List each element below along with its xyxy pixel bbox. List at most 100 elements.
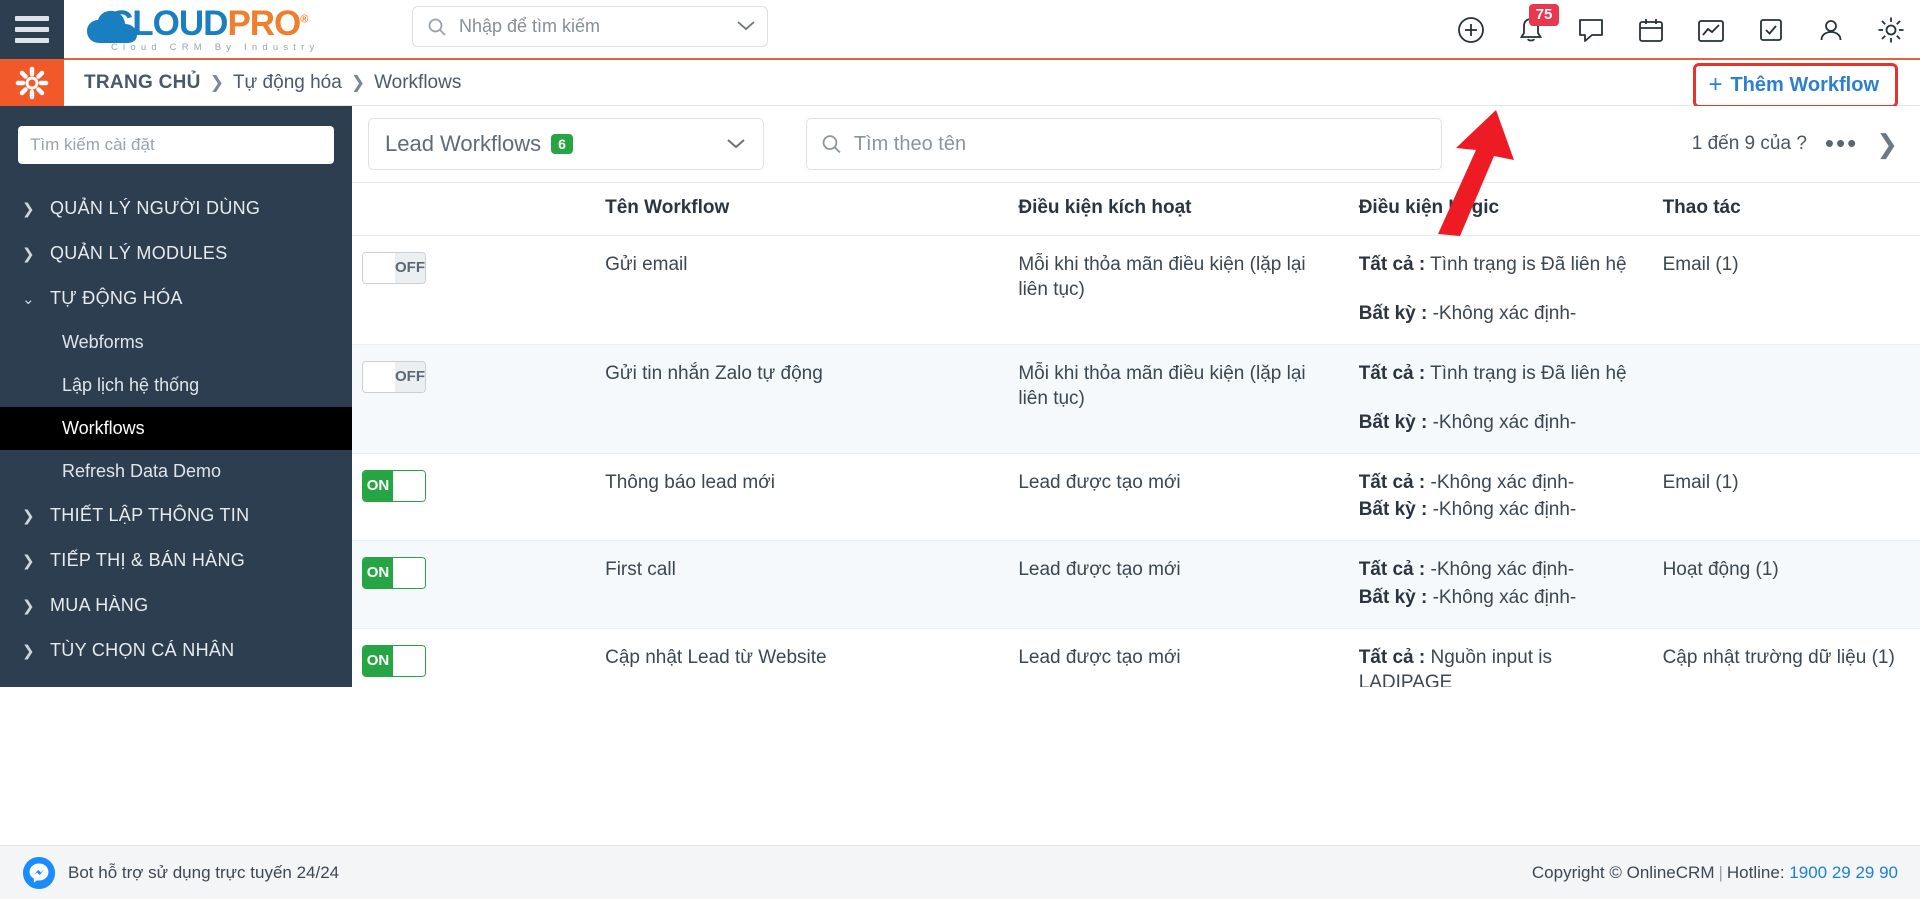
sidebar-search-input[interactable]: [30, 135, 322, 155]
logic-any-label: Bất kỳ :: [1358, 303, 1428, 325]
logo-registered-mark: ®: [300, 12, 308, 25]
cell-workflow-name: Gửi email: [595, 235, 1009, 346]
logic-all-label: Tất cả :: [1358, 646, 1426, 668]
workflow-filter-dropdown[interactable]: Lead Workflows 6: [368, 118, 764, 170]
sidebar-item-label: TỰ ĐỘNG HÓA: [50, 288, 183, 308]
footer-copyright-text: Copyright © OnlineCRM: [1531, 862, 1715, 882]
search-icon: [428, 18, 446, 36]
cell-toggle: ON: [352, 453, 596, 542]
user-icon[interactable]: [1816, 15, 1846, 45]
sidebar-item-marketing-sales[interactable]: ❯ TIẾP THỊ & BÁN HÀNG: [0, 538, 352, 583]
top-icon-bar: 75: [1456, 0, 1906, 60]
settings-gear-icon[interactable]: [1876, 15, 1906, 45]
toggle-knob: [363, 253, 395, 283]
cell-workflow-name: Gửi tin nhắn Zalo tự động: [595, 344, 1009, 455]
workflow-search-input[interactable]: [853, 132, 1427, 156]
toggle-knob: [393, 645, 425, 676]
workflow-status-toggle[interactable]: OFF: [362, 361, 426, 394]
chat-icon[interactable]: [1576, 15, 1606, 45]
pagination-controls: 1 đến 9 của ? ••• ❯: [1692, 129, 1904, 160]
plus-icon: +: [1708, 71, 1723, 98]
next-page-icon[interactable]: ❯: [1876, 129, 1898, 160]
logic-all-label: Tất cả :: [1358, 559, 1426, 581]
logic-any-value: -Không xác định-: [1432, 303, 1577, 325]
search-icon: [822, 135, 841, 154]
more-options-icon[interactable]: •••: [1825, 131, 1858, 156]
breadcrumb-automation[interactable]: Tự động hóa: [233, 72, 342, 94]
workflow-search-box[interactable]: [806, 118, 1442, 170]
cell-logic: Tất cả : Tình trạng is Đã liên hệ Bất kỳ…: [1348, 235, 1653, 346]
logic-all-label: Tất cả :: [1358, 363, 1426, 385]
logic-any-value: -Không xác định-: [1432, 412, 1577, 434]
logic-any-label: Bất kỳ :: [1358, 412, 1428, 434]
sidebar-item-automation[interactable]: ⌄ TỰ ĐỘNG HÓA: [0, 276, 352, 321]
sidebar-item-label: TÙY CHỌN CÁ NHÂN: [50, 640, 235, 660]
toggle-label: ON: [363, 645, 393, 676]
breadcrumb-separator: ❯: [350, 72, 366, 92]
sidebar-menu: ❯ QUẢN LÝ NGƯỜI DÙNG ❯ QUẢN LÝ MODULES ⌄…: [0, 186, 352, 673]
chevron-down-icon[interactable]: [735, 18, 757, 36]
toggle-knob: [393, 471, 425, 502]
global-search-placeholder: Nhập để tìm kiếm: [459, 16, 601, 36]
workflow-status-toggle[interactable]: ON: [362, 644, 426, 677]
sidebar-item-modules[interactable]: ❯ QUẢN LÝ MODULES: [0, 231, 352, 276]
chevron-down-icon: ⌄: [22, 290, 35, 308]
table-row[interactable]: ON Cập nhật Lead từ Website Lead được tạ…: [352, 628, 1920, 687]
add-workflow-label: Thêm Workflow: [1730, 73, 1879, 96]
sidebar-item-webforms[interactable]: Webforms: [0, 321, 352, 364]
tasks-icon[interactable]: [1756, 15, 1786, 45]
hamburger-bar: [15, 15, 49, 21]
logic-all-value: Tình trạng is Đã liên hệ: [1430, 363, 1627, 385]
toggle-label: OFF: [395, 253, 425, 283]
sidebar-item-refresh-data-demo[interactable]: Refresh Data Demo: [0, 450, 352, 493]
cell-logic: Tất cả : Tình trạng is Đã liên hệ Bất kỳ…: [1348, 344, 1653, 455]
settings-gear-icon[interactable]: [0, 59, 64, 106]
hamburger-icon[interactable]: [0, 0, 64, 59]
calendar-icon[interactable]: [1636, 15, 1666, 45]
workflow-status-toggle[interactable]: OFF: [362, 252, 426, 284]
footer-hotline-number[interactable]: 1900 29 29 90: [1789, 863, 1898, 882]
sidebar-item-label: THIẾT LẬP THÔNG TIN: [50, 505, 250, 525]
toggle-knob: [393, 558, 425, 589]
cell-logic: Tất cả : -Không xác định- Bất kỳ : -Khôn…: [1348, 453, 1653, 542]
table-row[interactable]: ON First call Lead được tạo mới Tất cả :…: [352, 540, 1920, 629]
footer-bar: Bot hỗ trợ sử dụng trực tuyến 24/24 Copy…: [0, 845, 1920, 899]
logic-all-row: Tất cả : Nguồn input is LADIPAGE: [1359, 645, 1643, 687]
logic-all-value: Tình trạng is Đã liên hệ: [1430, 254, 1627, 275]
cell-workflow-name: Thông báo lead mới: [595, 453, 1009, 542]
logic-spacer: [1359, 388, 1643, 410]
breadcrumb-bar: TRANG CHỦ ❯ Tự động hóa ❯ Workflows + Th…: [0, 59, 1920, 108]
sidebar-item-info-setup[interactable]: ❯ THIẾT LẬP THÔNG TIN: [0, 493, 352, 538]
messenger-icon[interactable]: [22, 856, 56, 890]
breadcrumb-home[interactable]: TRANG CHỦ: [84, 72, 201, 94]
chevron-down-icon[interactable]: [725, 134, 747, 154]
global-search-input[interactable]: Nhập để tìm kiếm: [412, 6, 768, 47]
sidebar-item-label: QUẢN LÝ MODULES: [50, 243, 228, 263]
logic-any-label: Bất kỳ :: [1358, 586, 1428, 608]
cell-toggle: ON: [352, 628, 596, 687]
cell-logic: Tất cả : -Không xác định- Bất kỳ : -Khôn…: [1348, 540, 1653, 629]
logo-part-pro: PRO: [227, 3, 301, 43]
sidebar-item-user-management[interactable]: ❯ QUẢN LÝ NGƯỜI DÙNG: [0, 186, 352, 231]
logo-tagline: Cloud CRM By Industry: [111, 41, 320, 53]
sidebar-item-purchasing[interactable]: ❯ MUA HÀNG: [0, 583, 352, 628]
sidebar-item-scheduler[interactable]: Lập lịch hệ thống: [0, 364, 352, 407]
breadcrumb-separator: ❯: [209, 72, 224, 92]
table-row[interactable]: OFF Gửi tin nhắn Zalo tự động Mỗi khi th…: [352, 344, 1920, 455]
sidebar-item-personal-options[interactable]: ❯ TÙY CHỌN CÁ NHÂN: [0, 628, 352, 673]
sidebar-item-workflows[interactable]: Workflows: [0, 407, 352, 450]
add-icon[interactable]: [1456, 15, 1486, 45]
add-workflow-button[interactable]: + Thêm Workflow: [1693, 63, 1898, 108]
table-row[interactable]: ON Thông báo lead mới Lead được tạo mới …: [352, 453, 1920, 542]
toggle-label: ON: [363, 471, 393, 502]
th-action: Thao tác: [1652, 182, 1920, 236]
app-logo[interactable]: CLOUDPRO® Cloud CRM By Industry: [86, 6, 319, 53]
analytics-icon[interactable]: [1696, 15, 1726, 45]
chevron-right-icon: ❯: [22, 245, 35, 263]
workflow-status-toggle[interactable]: ON: [362, 470, 426, 503]
table-row[interactable]: OFF Gửi email Mỗi khi thỏa mãn điều kiện…: [352, 235, 1920, 346]
footer-copyright: Copyright © OnlineCRM | Hotline: 1900 29 2…: [1532, 863, 1898, 883]
sidebar-search-box[interactable]: [18, 126, 334, 164]
bell-icon[interactable]: 75: [1516, 4, 1559, 45]
workflow-status-toggle[interactable]: ON: [362, 557, 426, 590]
